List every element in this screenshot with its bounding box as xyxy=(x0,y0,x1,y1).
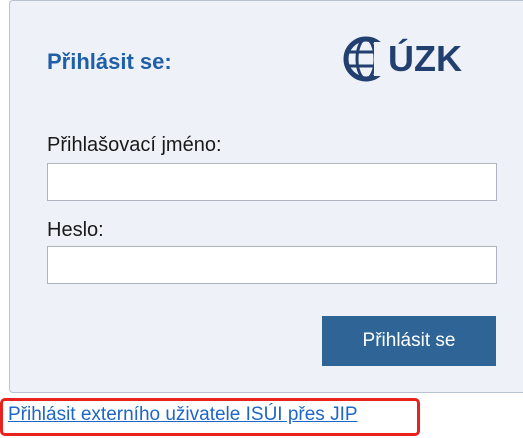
logo-text: ÚZK xyxy=(388,38,462,79)
password-label: Heslo: xyxy=(47,219,104,241)
username-input[interactable] xyxy=(47,163,497,201)
login-title: Přihlásit se: xyxy=(47,49,172,74)
login-panel: Přihlásit se: ÚZK Přihlašovací jméno: He… xyxy=(9,0,523,393)
cuzk-globe-logo-icon xyxy=(343,36,392,82)
cuzk-logo: ÚZK xyxy=(340,34,500,84)
external-user-login-link[interactable]: Přihlásit externího uživatele ISÚI přes … xyxy=(8,404,358,426)
login-submit-button[interactable]: Přihlásit se xyxy=(322,316,496,366)
username-label: Přihlašovací jméno: xyxy=(47,134,222,156)
password-input[interactable] xyxy=(47,246,497,284)
